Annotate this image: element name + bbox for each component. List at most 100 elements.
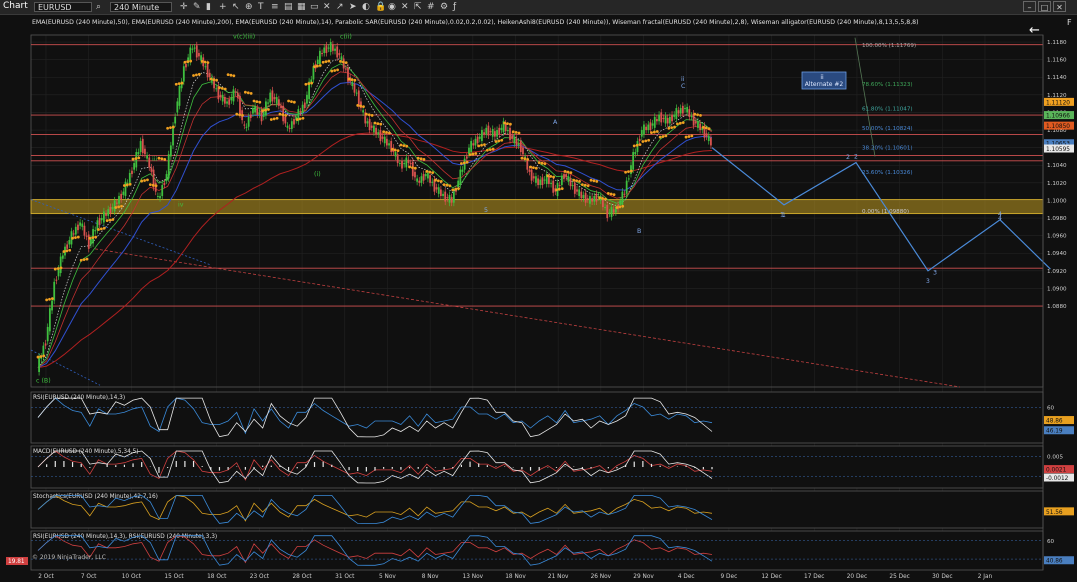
sar-dot (278, 112, 282, 116)
settings-icon[interactable]: ⚙ (440, 1, 448, 13)
sar-dot (647, 138, 651, 142)
sar-dot (353, 78, 357, 82)
sar-dot (534, 166, 538, 170)
properties-icon[interactable]: ▤ (284, 1, 293, 13)
sar-dot (134, 157, 138, 160)
price-tick: 1.0960 (1047, 234, 1067, 240)
layout-icon[interactable]: ▦ (297, 1, 306, 13)
price-tick: 1.1160 (1047, 58, 1067, 64)
sar-dot (480, 143, 483, 147)
draw-icon[interactable]: ✎ (193, 1, 201, 13)
candle-body (677, 110, 680, 114)
list-icon[interactable]: ≡ (271, 1, 279, 13)
candle-body (567, 176, 570, 182)
candle-body (338, 53, 341, 56)
time-tick: 21 Nov (548, 574, 569, 580)
candle-body (290, 121, 293, 129)
candle-body (537, 178, 539, 186)
f-icon[interactable]: ƒ (453, 1, 456, 13)
sar-dot (655, 130, 659, 133)
candle-body (563, 174, 565, 179)
candle-body (48, 308, 51, 332)
sar-dot (264, 108, 267, 112)
sar-dot (560, 187, 564, 191)
sar-dot (681, 121, 685, 125)
toggle-icon[interactable]: ◐ (362, 1, 370, 13)
sar-dot (627, 170, 630, 174)
price-tick: 1.0900 (1047, 286, 1067, 292)
candle-body (465, 156, 468, 159)
candle-body (591, 198, 594, 202)
candle-body (420, 176, 423, 183)
close-icon[interactable]: ✕ (1053, 1, 1066, 12)
sar-dot (618, 205, 622, 209)
sar-dot (258, 100, 262, 104)
lock-icon[interactable]: 🔒 (375, 1, 386, 13)
cross-icon[interactable]: ✕ (401, 1, 409, 13)
candle-body (146, 155, 148, 159)
sar-dot (189, 59, 193, 63)
indicator-marker-label: -0.0012 (1046, 476, 1069, 482)
candle-body (215, 88, 218, 90)
sar-dot (232, 74, 236, 78)
sar-dot (341, 60, 345, 64)
candle-body (219, 94, 222, 98)
close-icon[interactable]: ✕ (323, 1, 331, 13)
sar-dot (36, 355, 40, 359)
instrument-selector[interactable]: EURUSD (34, 2, 92, 12)
sar-dot (624, 170, 627, 174)
sar-dot (526, 158, 530, 161)
sar-dot (292, 100, 296, 104)
grid-icon[interactable]: # (427, 1, 435, 13)
sar-dot (696, 113, 699, 117)
sar-dot (393, 148, 397, 152)
candle-body (68, 240, 71, 245)
sar-dot (678, 121, 682, 125)
price-tick: 1.1180 (1047, 40, 1067, 46)
candle-body (593, 196, 596, 202)
search-icon[interactable]: ⌕ (96, 1, 101, 13)
sar-dot (468, 153, 472, 157)
sar-dot (62, 250, 66, 253)
maximize-icon[interactable]: □ (1038, 1, 1051, 12)
text-icon[interactable]: T (258, 1, 264, 13)
cursor-alt-icon[interactable]: ⇱ (414, 1, 422, 13)
candle-body (673, 114, 676, 117)
price-chart[interactable]: 100.00% (1.11769) 78.60% (1.11323) 61.80% … (0, 15, 1077, 582)
candle-body (77, 224, 79, 231)
sar-dot (474, 152, 478, 155)
sar-dot (238, 113, 242, 117)
rect-icon[interactable]: ▭ (310, 1, 319, 13)
sar-dot (644, 139, 648, 143)
candle-body (191, 48, 194, 50)
interval-selector[interactable]: 240 Minute (110, 2, 172, 12)
cursor-icon[interactable]: ↖ (232, 1, 240, 13)
wave-label: 4 (998, 215, 1002, 222)
candle-body (541, 177, 544, 186)
candle-body (293, 119, 295, 125)
sar-dot (546, 174, 550, 178)
zoom-icon[interactable]: ⊕ (245, 1, 253, 13)
pointer-icon[interactable]: ➤ (349, 1, 357, 13)
candle-body (178, 86, 181, 106)
eye-icon[interactable]: ◉ (388, 1, 396, 13)
crosshair-icon[interactable]: ✛ (180, 1, 188, 13)
bars-icon[interactable]: ▮ (206, 1, 211, 13)
sar-dot (370, 114, 374, 117)
sar-dot (117, 205, 121, 209)
candle-body (552, 180, 555, 193)
time-tick: 15 Oct (164, 574, 184, 580)
back-arrow-icon[interactable]: ← (1029, 23, 1040, 38)
fib-label: 78.60% (1.11323) (862, 82, 913, 88)
arrow-icon[interactable]: ↗ (336, 1, 344, 13)
candle-body (662, 117, 665, 120)
sar-dot (575, 179, 579, 183)
candle-body (530, 169, 533, 181)
candle-body (66, 244, 69, 249)
candle-body (342, 58, 345, 69)
sar-dot (552, 175, 555, 179)
plus-icon[interactable]: + (219, 1, 227, 13)
candle-body (198, 53, 200, 57)
minimize-icon[interactable]: – (1023, 1, 1036, 12)
candle-body (509, 127, 511, 140)
